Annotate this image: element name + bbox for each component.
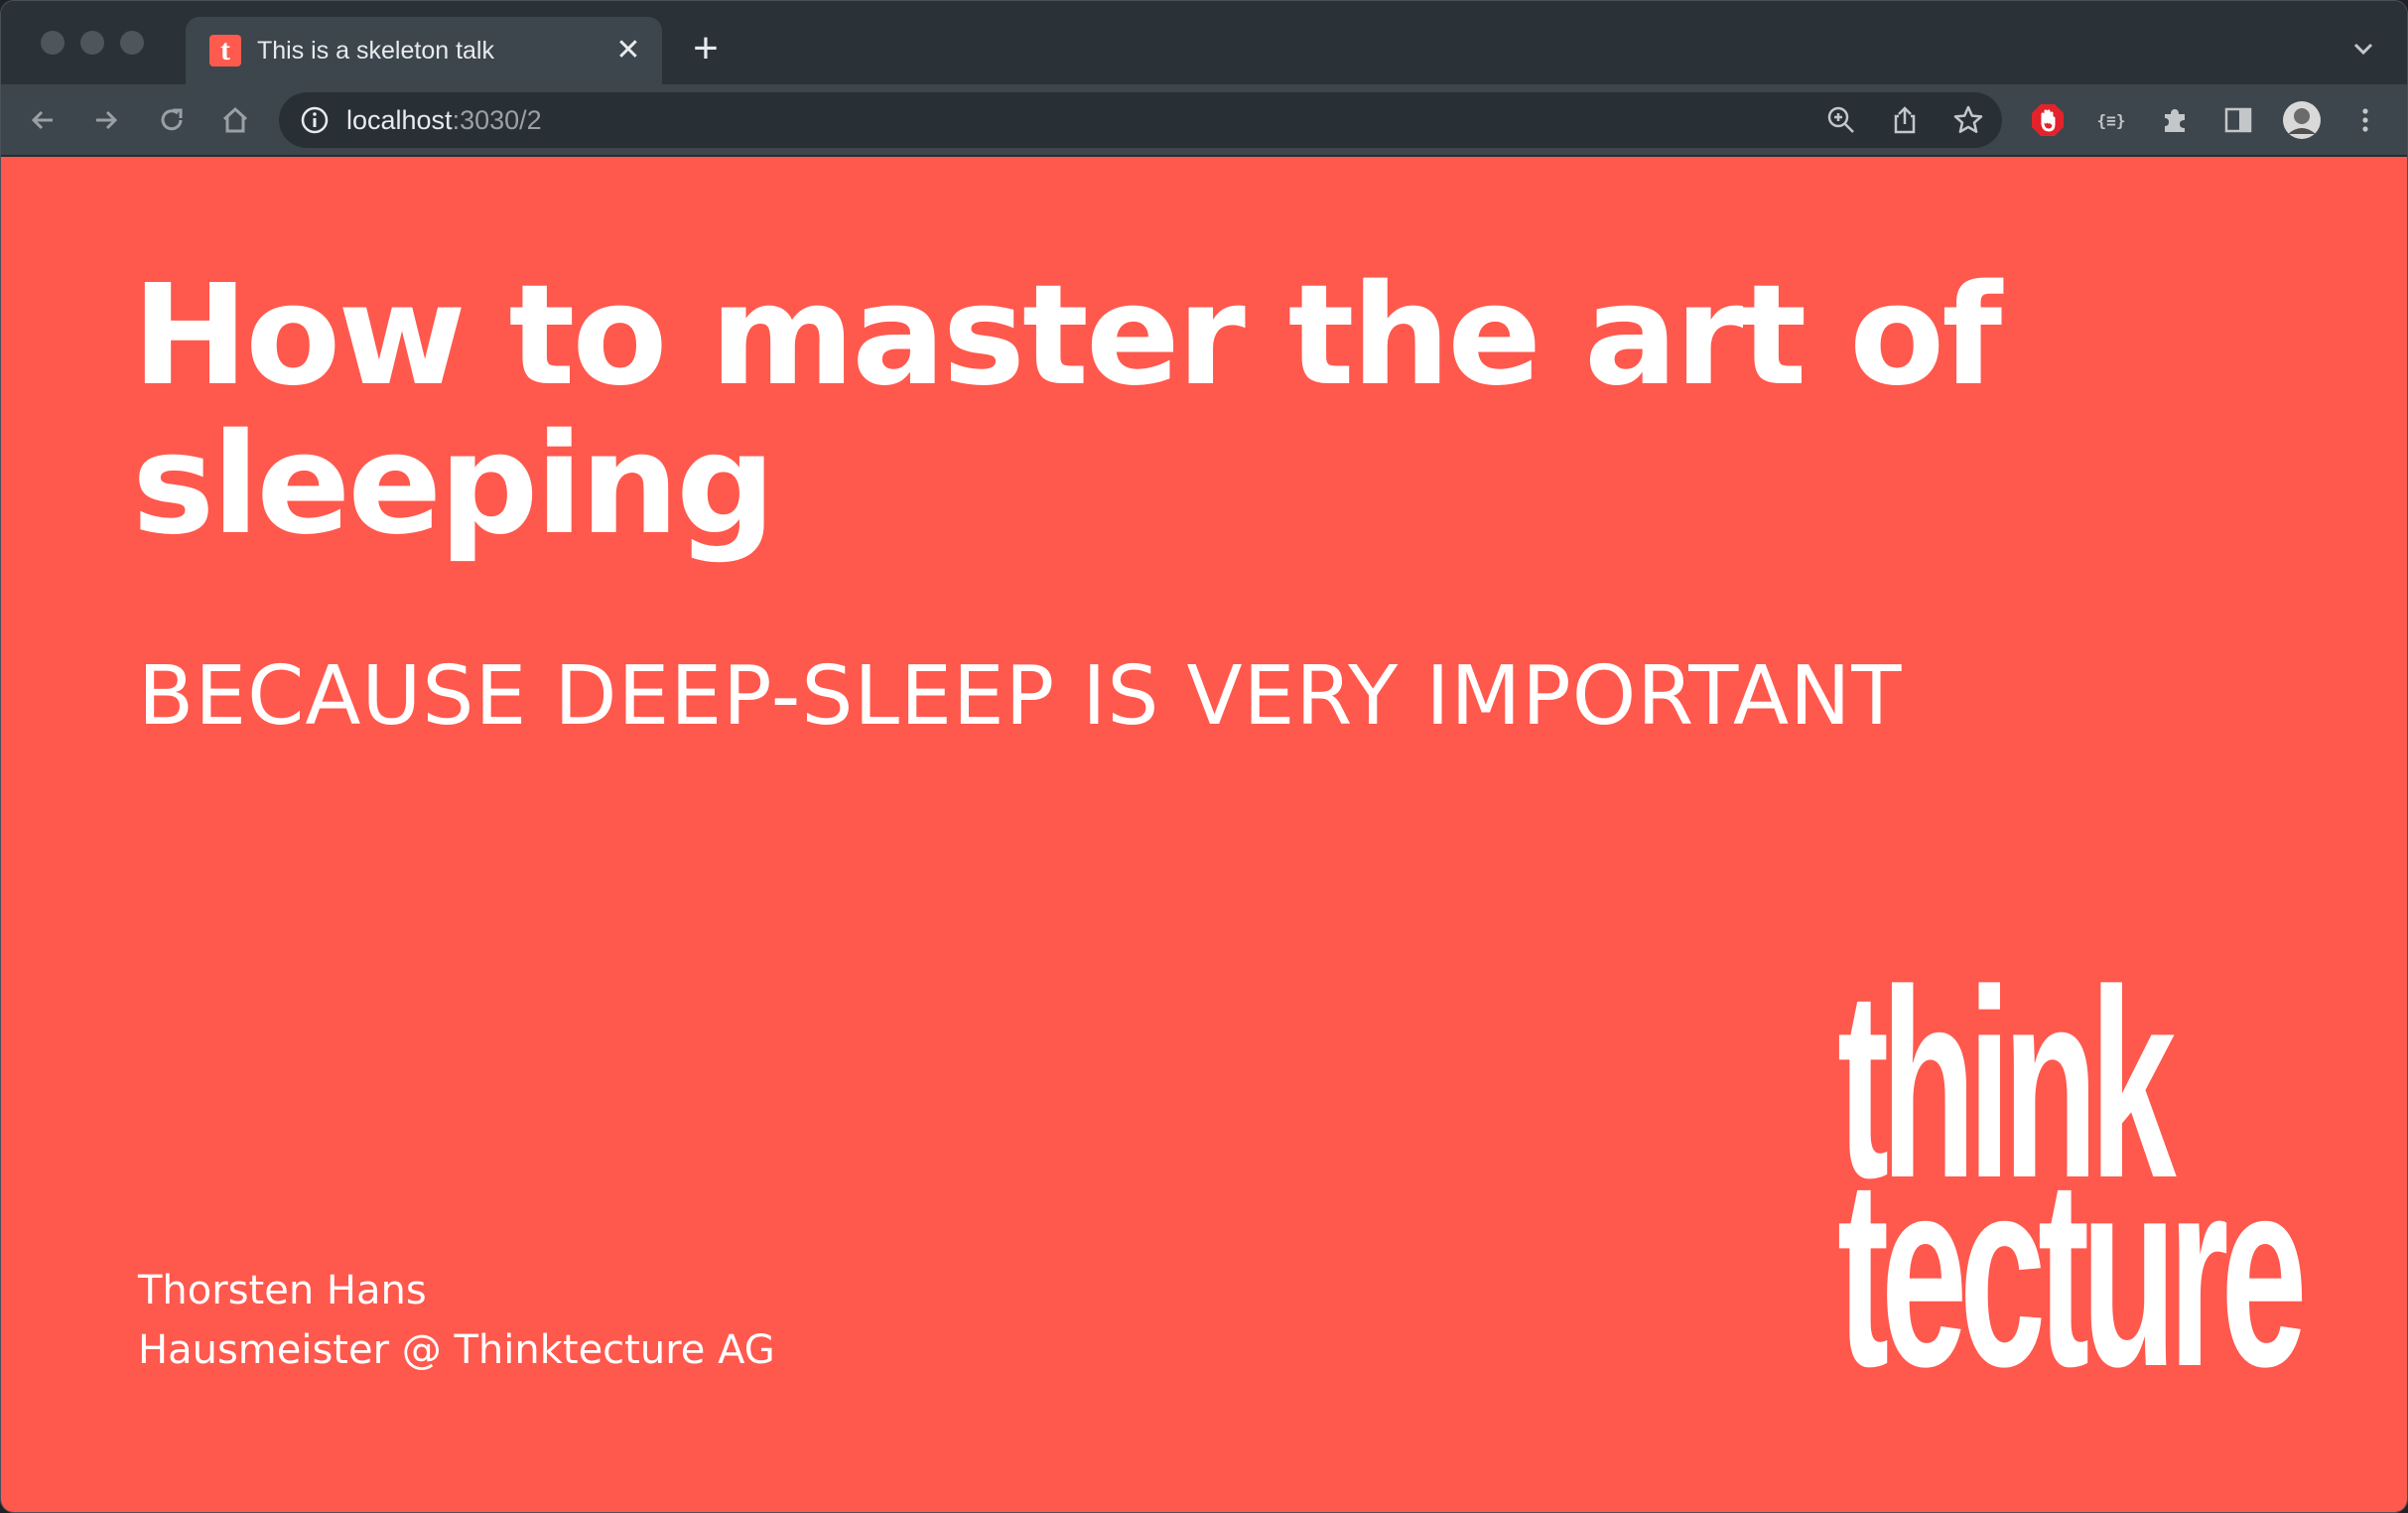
home-icon[interactable] (215, 100, 255, 140)
reload-icon[interactable] (152, 100, 192, 140)
address-bar[interactable]: localhost:3030/2 (279, 92, 2002, 148)
chevron-down-icon[interactable] (2347, 33, 2379, 65)
slide-title: How to master the art of sleeping (132, 255, 2002, 566)
side-panel-icon[interactable] (2218, 100, 2258, 140)
zoom-icon[interactable] (1825, 104, 1857, 136)
url-host: localhost (346, 105, 453, 135)
info-icon[interactable] (299, 104, 331, 136)
tab-close-icon[interactable]: ✕ (612, 35, 644, 67)
svg-text:{≡}: {≡} (2097, 111, 2126, 130)
tab-title: This is a skeleton talk (257, 37, 494, 65)
profile-avatar[interactable] (2282, 100, 2322, 140)
share-icon[interactable] (1889, 104, 1921, 136)
browser-toolbar: localhost:3030/2 {≡} (1, 84, 2407, 156)
presentation-slide: How to master the art of sleeping BECAUS… (1, 157, 2407, 1512)
close-window-button[interactable] (41, 31, 65, 55)
bookmark-star-icon[interactable] (1952, 104, 1984, 136)
back-icon[interactable] (23, 100, 63, 140)
maximize-window-button[interactable] (120, 31, 144, 55)
author-block: Thorsten Hans Hausmeister @ Thinktecture… (138, 1261, 775, 1380)
extensions-puzzle-icon[interactable] (2155, 100, 2195, 140)
slide-subtitle: BECAUSE DEEP-SLEEP IS VERY IMPORTANT (138, 649, 1903, 744)
json-extension-icon[interactable]: {≡} (2091, 100, 2131, 140)
minimize-window-button[interactable] (80, 31, 104, 55)
author-role: Hausmeister @ Thinktecture AG (138, 1327, 775, 1373)
url-text[interactable]: localhost:3030/2 (346, 104, 542, 136)
author-name: Thorsten Hans (138, 1268, 427, 1313)
adblock-extension-icon[interactable] (2028, 100, 2068, 140)
browser-menu-icon[interactable] (2345, 100, 2385, 140)
tab-active[interactable]: t This is a skeleton talk ✕ (186, 17, 662, 84)
thinktecture-logo: think tecture (1837, 951, 2307, 1423)
favicon-icon: t (209, 35, 241, 67)
window-controls (41, 31, 144, 55)
tab-strip: t This is a skeleton talk ✕ + (1, 1, 2407, 84)
url-path: :3030/2 (452, 105, 542, 135)
logo-line-2: tecture (1837, 1124, 2307, 1423)
browser-window: t This is a skeleton talk ✕ + localhost:… (0, 0, 2408, 1513)
forward-icon[interactable] (86, 100, 126, 140)
new-tab-button[interactable]: + (686, 27, 726, 70)
